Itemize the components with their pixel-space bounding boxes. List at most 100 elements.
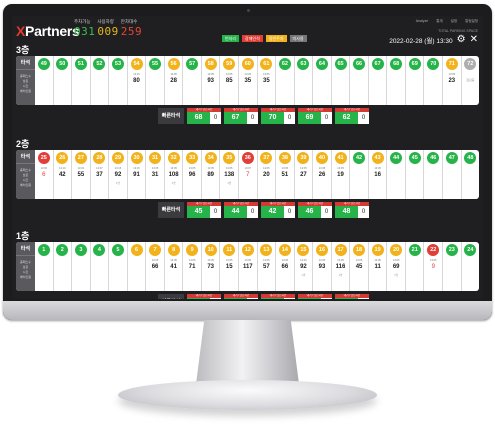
bay-value: 55 [77, 172, 85, 178]
fast-bay-box[interactable]: 대기 / 남은시간 70 0 [261, 108, 295, 124]
bay-cell[interactable]: 70 [424, 56, 444, 105]
bay-cell[interactable]: 59 13:05 85 [220, 56, 240, 105]
bay-cell[interactable]: 58 13:05 93 [202, 56, 221, 105]
bay-cell[interactable]: 27 13:15 55 [72, 150, 91, 199]
fast-bay-box[interactable]: 대기 / 남은시간 46 0 [298, 202, 332, 218]
bay-cell[interactable]: 19 13:05 11 [369, 242, 388, 291]
bay-cell[interactable]: 44 [387, 150, 406, 199]
bay-number: 46 [427, 152, 440, 164]
bay-cell[interactable]: 15 13:05 92 1명 [295, 242, 314, 291]
bay-cell[interactable]: 40 13:05 26 [313, 150, 332, 199]
bay-cell[interactable]: 25 13:06 6 [35, 150, 54, 199]
bay-cell[interactable]: 20 13:05 69 1명 [387, 242, 406, 291]
bay-cell[interactable]: 26 13:10 42 [54, 150, 73, 199]
fast-bay-box[interactable]: 대기 / 남은시간 48 0 [335, 202, 369, 218]
bay-cell[interactable]: 11 13:05 15 [220, 242, 240, 291]
bay-cell[interactable]: 1 [35, 242, 54, 291]
fast-bay-box[interactable]: 대기 / 남은시간210 [298, 294, 332, 299]
bay-value: 23 [448, 78, 456, 84]
bay-cell[interactable]: 33 13:05 96 [183, 150, 202, 199]
bay-cell[interactable]: 7 13:05 66 [146, 242, 165, 291]
bay-cell[interactable]: 9 13:05 71 [183, 242, 202, 291]
bay-cell[interactable]: 32 13:05 108 1명 [165, 150, 184, 199]
fast-bay-box[interactable]: 대기 / 남은시간 44 0 [224, 202, 258, 218]
top-tab[interactable]: Analyze [416, 19, 428, 24]
bay-cell[interactable]: 4 [91, 242, 110, 291]
bay-cell[interactable]: 48 [462, 150, 479, 199]
bay-cell[interactable]: 28 13:07 37 [91, 150, 110, 199]
fast-bay-box[interactable]: 대기 / 남은시간 67 0 [224, 108, 258, 124]
bay-cell[interactable]: 3 [72, 242, 91, 291]
bay-cell[interactable]: 23 [443, 242, 462, 291]
bay-cell[interactable]: 10 13:05 73 [202, 242, 221, 291]
bay-cell[interactable]: 66 [350, 56, 369, 105]
bay-cell[interactable]: 46 [424, 150, 444, 199]
bay-number: 24 [464, 244, 477, 256]
bay-cell[interactable]: 18 13:05 45 [350, 242, 369, 291]
bay-cell[interactable]: 67 [369, 56, 388, 105]
bay-cell[interactable]: 72 점검중 [462, 56, 479, 105]
bay-cell[interactable]: 38 13:05 51 [276, 150, 295, 199]
bay-cell[interactable]: 21 [406, 242, 425, 291]
floor-title: 3층 [16, 45, 30, 55]
fast-bay-box[interactable]: 대기 / 남은시간230 [187, 294, 221, 299]
bay-cell[interactable]: 43 13:05 16 [369, 150, 388, 199]
bay-cell[interactable]: 36 13:07 7 [239, 150, 258, 199]
bay-cell[interactable]: 34 13:05 89 [202, 150, 221, 199]
bay-cell[interactable]: 16 13:05 93 [313, 242, 332, 291]
bay-number: 67 [371, 58, 384, 70]
bay-cell[interactable]: 13 13:05 57 [258, 242, 277, 291]
bay-cell[interactable]: 22 13:05 9 [424, 242, 444, 291]
bay-cell[interactable]: 50 [54, 56, 73, 105]
bay-cell[interactable]: 51 [72, 56, 91, 105]
bay-cell[interactable]: 37 13:05 20 [258, 150, 277, 199]
bay-cell[interactable]: 71 13:05 23 [443, 56, 462, 105]
bay-cell[interactable]: 29 13:15 92 1명 [109, 150, 128, 199]
bay-cell[interactable]: 5 [109, 242, 128, 291]
bay-cell[interactable]: 63 [295, 56, 314, 105]
bay-cell[interactable]: 2 [54, 242, 73, 291]
bay-cell[interactable]: 64 [313, 56, 332, 105]
bay-cell[interactable]: 56 13:05 28 [165, 56, 184, 105]
bay-cell[interactable]: 47 [443, 150, 462, 199]
bay-cell[interactable]: 69 [406, 56, 425, 105]
bay-cell[interactable]: 24 [462, 242, 479, 291]
bay-cell[interactable]: 68 [387, 56, 406, 105]
bay-cell[interactable]: 30 13:15 91 [128, 150, 147, 199]
fast-bay-box[interactable]: 대기 / 남은시간50 [335, 294, 369, 299]
bay-cell[interactable]: 52 [91, 56, 110, 105]
bay-cell[interactable]: 14 13:05 66 [276, 242, 295, 291]
bay-cell[interactable]: 54 13:15 80 [128, 56, 147, 105]
bay-cell[interactable]: 57 [183, 56, 202, 105]
bay-cell[interactable]: 55 [146, 56, 165, 105]
bay-time: 13:05 [374, 259, 381, 262]
fast-bay-box[interactable]: 대기 / 남은시간 69 0 [298, 108, 332, 124]
fast-bay-box[interactable]: 대기 / 남은시간 62 0 [335, 108, 369, 124]
bay-cell[interactable]: 62 [276, 56, 295, 105]
bay-number: 48 [464, 152, 477, 164]
top-tab[interactable]: 알림설정 [465, 19, 478, 24]
bay-cell[interactable]: 8 13:05 41 [165, 242, 184, 291]
bay-cell[interactable]: 60 13:05 35 [239, 56, 258, 105]
bay-cell[interactable]: 12 13:05 117 [239, 242, 258, 291]
fast-bay-box[interactable]: 대기 / 남은시간200 [261, 294, 295, 299]
bay-cell[interactable]: 31 13:05 31 [146, 150, 165, 199]
fast-bay-box[interactable]: 대기 / 남은시간 45 0 [187, 202, 221, 218]
bay-cell[interactable]: 6 [128, 242, 147, 291]
top-tab[interactable]: 통계 [436, 19, 442, 24]
bay-cell[interactable]: 65 [332, 56, 351, 105]
fast-bay-box[interactable]: 대기 / 남은시간 68 0 [187, 108, 221, 124]
bay-cell[interactable]: 35 13:05 138 1명 [220, 150, 240, 199]
bay-cell[interactable]: 42 [350, 150, 369, 199]
fast-bay-box[interactable]: 대기 / 남은시간240 [224, 294, 258, 299]
bay-cell[interactable]: 17 13:05 116 1명 [332, 242, 351, 291]
bay-cell[interactable]: 49 [35, 56, 54, 105]
top-tab[interactable]: 설정 [451, 19, 457, 24]
fast-bay-box[interactable]: 대기 / 남은시간 42 0 [261, 202, 295, 218]
bay-cell[interactable]: 45 [406, 150, 425, 199]
bay-cell[interactable]: 41 13:05 19 [332, 150, 351, 199]
bay-time: 13:05 [170, 167, 177, 170]
bay-cell[interactable]: 61 13:05 35 [258, 56, 277, 105]
bay-cell[interactable]: 53 [109, 56, 128, 105]
bay-cell[interactable]: 39 13:05 27 [295, 150, 314, 199]
